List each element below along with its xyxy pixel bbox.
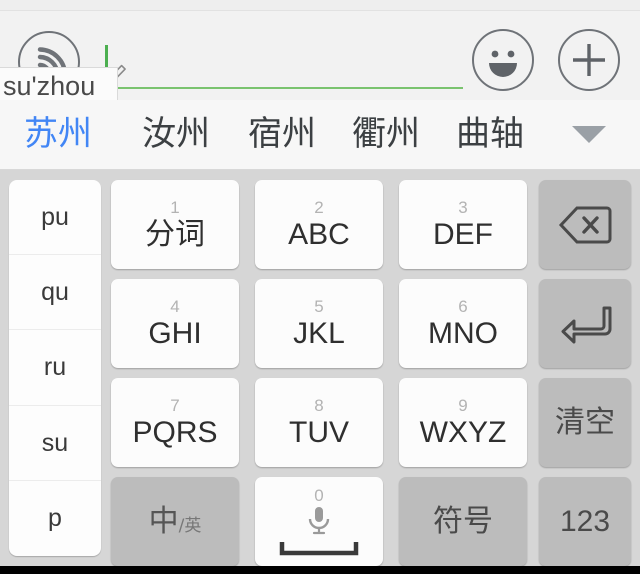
chevron-down-icon[interactable]	[572, 126, 606, 143]
candidate-bar: 苏州 汝州 宿州 衢州 曲轴	[0, 100, 640, 170]
key-number-label: 1	[170, 198, 180, 217]
key-number-label: 5	[314, 297, 324, 316]
plus-icon	[573, 44, 605, 76]
key-1-fenci[interactable]: 1 分词	[111, 180, 239, 269]
candidate-item-2[interactable]: 宿州	[248, 100, 316, 169]
bottom-bar	[0, 566, 640, 574]
key-2-abc[interactable]: 2 ABC	[255, 180, 383, 269]
ime-keyboard-screen: su'zhou 苏州 汝州 宿州 衢州 曲轴 pu qu ru su p 1 分…	[0, 0, 640, 574]
input-toolbar-inner: su'zhou	[0, 10, 640, 105]
keyboard-panel: pu qu ru su p 1 分词 2 ABC 3 DEF 4 GHI 5 J…	[0, 170, 640, 566]
candidate-item-3[interactable]: 衢州	[352, 100, 420, 169]
backspace-key[interactable]	[539, 180, 631, 269]
symbol-key-label: 符号	[433, 503, 493, 539]
add-button[interactable]	[558, 29, 620, 91]
symbol-key[interactable]: 符号	[399, 477, 527, 566]
candidate-item-4[interactable]: 曲轴	[456, 100, 524, 169]
key-7-pqrs[interactable]: 7 PQRS	[111, 378, 239, 467]
clear-key[interactable]: 清空	[539, 378, 631, 467]
pinyin-option-4[interactable]: p	[9, 481, 101, 556]
lang-secondary-label: 英	[184, 515, 202, 536]
microphone-icon	[308, 507, 330, 535]
pinyin-segment-column: pu qu ru su p	[9, 180, 101, 556]
key-main-label: 分词	[145, 217, 205, 252]
pinyin-option-0[interactable]: pu	[9, 180, 101, 256]
pinyin-option-2[interactable]: ru	[9, 330, 101, 406]
pinyin-option-1[interactable]: qu	[9, 255, 101, 331]
key-main-label: DEF	[433, 218, 493, 251]
key-number-label: 6	[458, 297, 468, 316]
key-5-jkl[interactable]: 5 JKL	[255, 279, 383, 368]
key-number-label: 8	[314, 396, 324, 415]
candidate-item-1[interactable]: 汝州	[142, 100, 210, 169]
key-main-label: TUV	[289, 416, 349, 449]
candidate-item-0[interactable]: 苏州	[24, 100, 92, 169]
numeric-key[interactable]: 123	[539, 477, 631, 566]
key-9-wxyz[interactable]: 9 WXYZ	[399, 378, 527, 467]
language-toggle-key[interactable]: 中/英	[111, 477, 239, 566]
enter-return-icon	[561, 306, 612, 343]
clear-key-label: 清空	[555, 404, 615, 440]
lang-primary-label: 中	[148, 503, 179, 539]
numeric-key-label: 123	[559, 504, 611, 538]
space-bar-icon	[279, 542, 359, 556]
key-main-label: MNO	[428, 317, 498, 350]
backspace-icon	[558, 206, 612, 243]
emoji-button[interactable]	[472, 29, 534, 91]
key-number-label: 4	[170, 297, 180, 316]
key-main-label: PQRS	[132, 416, 218, 449]
pinyin-option-3[interactable]: su	[9, 406, 101, 481]
key-3-def[interactable]: 3 DEF	[399, 180, 527, 269]
key-main-label: ABC	[288, 218, 350, 251]
key-number-label: 3	[458, 198, 468, 217]
key-main-label: WXYZ	[419, 416, 507, 449]
key-8-tuv[interactable]: 8 TUV	[255, 378, 383, 467]
key-main-label: GHI	[148, 317, 202, 350]
space-key[interactable]: 0	[255, 477, 383, 566]
key-number-label: 2	[314, 198, 324, 217]
composing-text: su'zhou	[3, 70, 96, 101]
key-6-mno[interactable]: 6 MNO	[399, 279, 527, 368]
key-main-label: JKL	[293, 317, 345, 350]
input-toolbar: su'zhou	[0, 0, 640, 105]
input-underline	[118, 87, 463, 89]
key-number-label: 7	[170, 396, 180, 415]
key-number-label: 9	[458, 396, 468, 415]
emoji-smiley-icon	[489, 50, 517, 77]
key-number-label: 0	[314, 486, 324, 505]
enter-key[interactable]	[539, 279, 631, 368]
key-4-ghi[interactable]: 4 GHI	[111, 279, 239, 368]
